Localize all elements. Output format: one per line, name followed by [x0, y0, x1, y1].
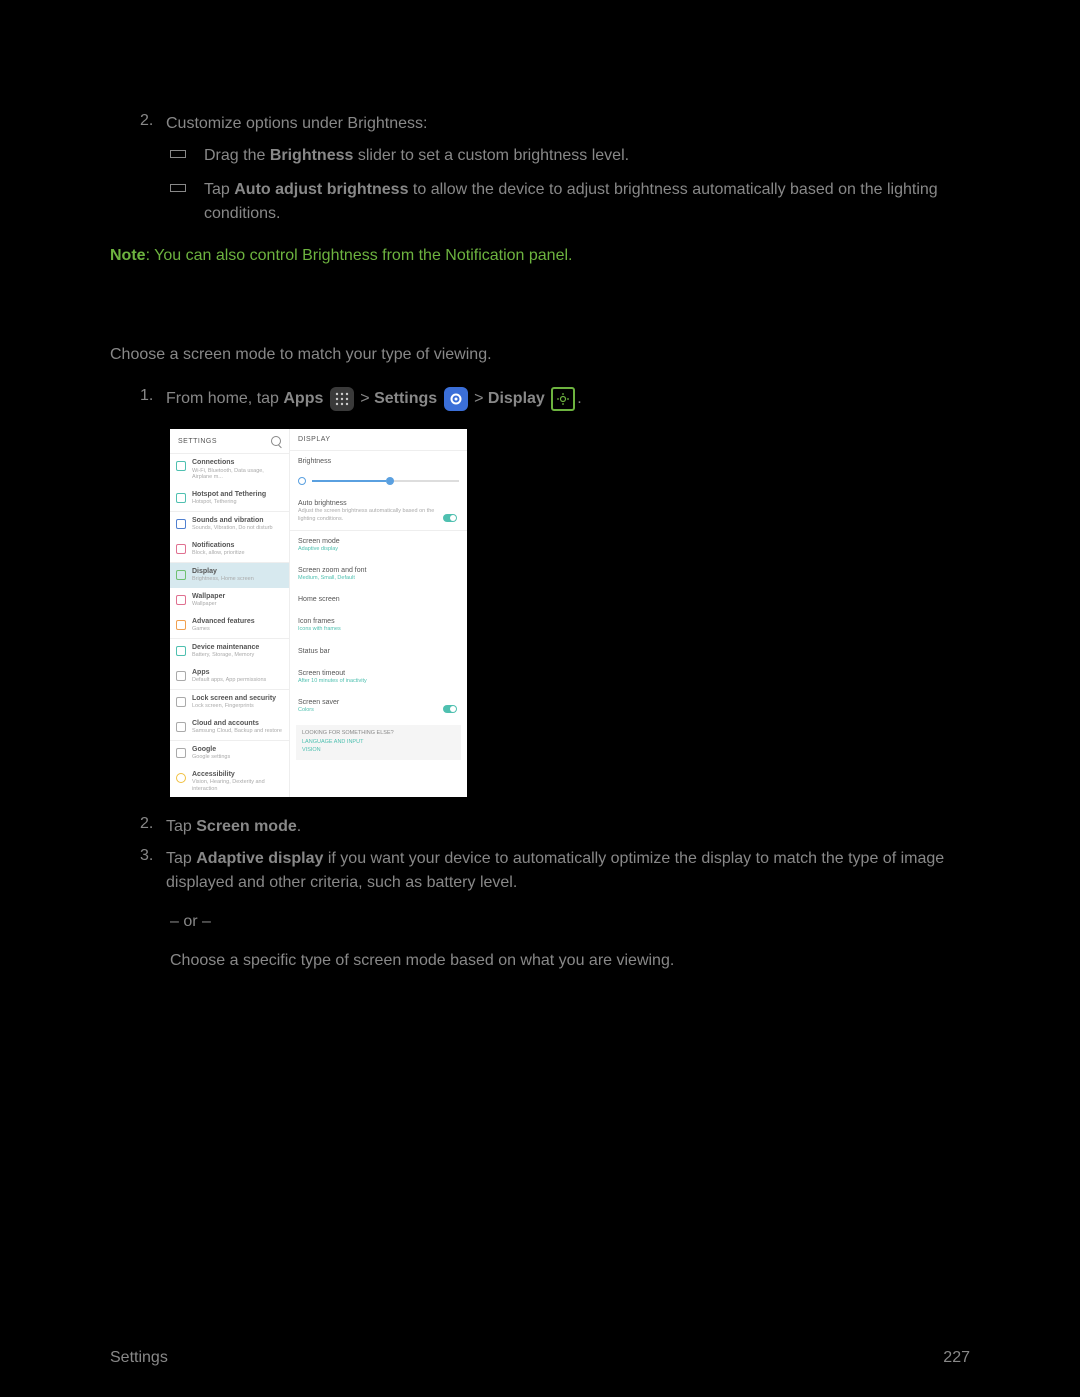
slider-track [312, 480, 459, 482]
wallpaper-icon [176, 595, 186, 605]
sun-icon [298, 477, 306, 485]
sub-bullet-1: Drag the Brightness slider to set a cust… [170, 144, 970, 168]
display-list-icon [176, 570, 186, 580]
sidebar-header: SETTINGS [170, 429, 289, 453]
page-footer: Settings 227 [110, 1349, 970, 1367]
lock-icon [176, 697, 186, 707]
settings-sidebar: SETTINGS ConnectionsWi-Fi, Bluetooth, Da… [170, 429, 290, 797]
maintenance-icon [176, 646, 186, 656]
status-bar-row: Status bar [290, 641, 467, 663]
step-number: 2. [140, 815, 166, 839]
step-3-adaptive: 3. Tap Adaptive display if you want your… [140, 847, 970, 895]
step-text: Customize options under Brightness: [166, 112, 970, 136]
apps-list-icon [176, 671, 186, 681]
sidebar-item-maintenance: Device maintenanceBattery, Storage, Memo… [170, 639, 289, 664]
cloud-icon [176, 722, 186, 732]
sidebar-item-lock: Lock screen and securityLock screen, Fin… [170, 690, 289, 715]
sidebar-item-notifications: NotificationsBlock, allow, prioritize [170, 537, 289, 562]
advanced-icon [176, 620, 186, 630]
note-label: Note [110, 247, 146, 264]
connections-icon [176, 461, 186, 471]
slider-thumb [386, 477, 394, 485]
settings-icon [444, 387, 468, 411]
square-bullet-icon [170, 150, 186, 158]
step-text: Tap Screen mode. [166, 815, 970, 839]
square-bullet-icon [170, 184, 186, 192]
sidebar-item-apps: AppsDefault apps, App permissions [170, 664, 289, 689]
zoom-font-row: Screen zoom and fontMedium, Small, Defau… [290, 560, 467, 589]
hotspot-icon [176, 493, 186, 503]
sub-bullet-2: Tap Auto adjust brightness to allow the … [170, 178, 970, 226]
sidebar-item-sounds: Sounds and vibrationSounds, Vibration, D… [170, 512, 289, 537]
section-intro: Choose a screen mode to match your type … [110, 343, 970, 367]
home-screen-row: Home screen [290, 589, 467, 611]
sidebar-item-cloud: Cloud and accountsSamsung Cloud, Backup … [170, 715, 289, 740]
accessibility-icon [176, 773, 186, 783]
step-number: 1. [140, 387, 166, 411]
screen-timeout-row: Screen timeoutAfter 10 minutes of inacti… [290, 663, 467, 692]
step-2: 2. Customize options under Brightness: [140, 112, 970, 136]
display-panel: DISPLAY Brightness Auto brightness Adjus… [290, 429, 467, 797]
apps-icon [330, 387, 354, 411]
sidebar-item-google: GoogleGoogle settings [170, 741, 289, 766]
brightness-row: Brightness [290, 451, 467, 473]
step-2-tap: 2. Tap Screen mode. [140, 815, 970, 839]
bullet-text: Tap Auto adjust brightness to allow the … [204, 178, 970, 226]
screen-saver-row: Screen saver Colors [290, 692, 467, 721]
auto-brightness-row: Auto brightness Adjust the screen bright… [290, 493, 467, 529]
google-icon [176, 748, 186, 758]
icon-frames-row: Icon framesIcons with frames [290, 611, 467, 640]
sidebar-item-accessibility: AccessibilityVision, Hearing, Dexterity … [170, 766, 289, 798]
page-number: 227 [943, 1349, 970, 1367]
sidebar-item-display: DisplayBrightness, Home screen [170, 563, 289, 588]
toggle-on-icon [443, 705, 457, 713]
toggle-on-icon [443, 514, 457, 522]
screen-mode-row: Screen modeAdaptive display [290, 531, 467, 560]
notifications-icon [176, 544, 186, 554]
search-icon [271, 436, 281, 446]
panel-header: DISPLAY [290, 429, 467, 450]
bullet-text: Drag the Brightness slider to set a cust… [204, 144, 970, 168]
sounds-icon [176, 519, 186, 529]
brightness-slider [290, 473, 467, 493]
looking-for-box: LOOKING FOR SOMETHING ELSE? LANGUAGE AND… [296, 725, 461, 760]
or-separator: ‒ or ‒ [170, 913, 970, 931]
note-line: Note: You can also control Brightness fr… [110, 244, 970, 268]
sidebar-item-connections: ConnectionsWi-Fi, Bluetooth, Data usage,… [170, 454, 289, 486]
footer-section: Settings [110, 1349, 168, 1367]
step-text: From home, tap Apps > Settings > Display… [166, 387, 970, 411]
sidebar-item-hotspot: Hotspot and TetheringHotspot, Tethering [170, 486, 289, 511]
sidebar-item-advanced: Advanced featuresGames [170, 613, 289, 638]
step-1-nav: 1. From home, tap Apps > Settings > Disp… [140, 387, 970, 411]
document-page: 2. Customize options under Brightness: D… [0, 0, 1080, 973]
final-instruction: Choose a specific type of screen mode ba… [170, 949, 970, 973]
settings-screenshot: SETTINGS ConnectionsWi-Fi, Bluetooth, Da… [170, 429, 467, 797]
step-text: Tap Adaptive display if you want your de… [166, 847, 970, 895]
step-number: 2. [140, 112, 166, 136]
sidebar-item-wallpaper: WallpaperWallpaper [170, 588, 289, 613]
display-icon [551, 387, 575, 411]
step-number: 3. [140, 847, 166, 895]
